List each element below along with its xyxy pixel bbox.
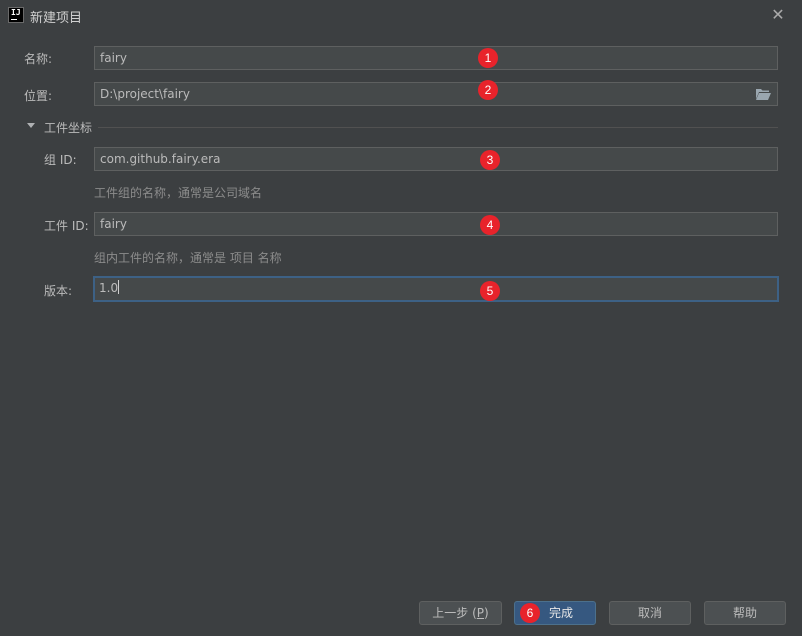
group-id-field[interactable]: com.github.fairy.era (94, 147, 778, 171)
version-label: 版本: (44, 284, 73, 298)
previous-button[interactable]: 上一步 (P) (419, 601, 502, 625)
version-value: 1.0 (99, 281, 119, 295)
annotation-badge-3: 3 (480, 150, 500, 170)
triangle-down-icon[interactable] (26, 121, 36, 131)
section-divider (98, 127, 778, 128)
help-button[interactable]: 帮助 (704, 601, 786, 625)
group-id-hint: 工件组的名称，通常是公司域名 (94, 186, 263, 200)
name-field[interactable]: fairy (94, 46, 778, 70)
location-label: 位置: (24, 89, 53, 103)
location-field[interactable]: D:\project\fairy (94, 82, 778, 106)
name-value: fairy (100, 51, 127, 65)
group-id-label: 组 ID: (44, 153, 77, 167)
annotation-badge-1: 1 (478, 48, 498, 68)
artifact-id-value: fairy (100, 217, 127, 231)
title-bar: IJ 新建项目 ✕ (0, 0, 802, 30)
artifact-id-hint: 组内工件的名称，通常是 项目 名称 (94, 251, 282, 265)
group-id-value: com.github.fairy.era (100, 152, 221, 166)
annotation-badge-4: 4 (480, 215, 500, 235)
annotation-badge-6: 6 (520, 603, 540, 623)
artifact-id-field[interactable]: fairy (94, 212, 778, 236)
folder-open-icon[interactable] (755, 87, 771, 101)
location-value: D:\project\fairy (100, 87, 190, 101)
artifact-id-label: 工件 ID: (44, 219, 89, 233)
close-icon[interactable]: ✕ (768, 5, 788, 25)
section-title-artifact-coordinates[interactable]: 工件坐标 (44, 119, 92, 136)
text-caret (118, 280, 120, 294)
cancel-button[interactable]: 取消 (609, 601, 691, 625)
intellij-icon: IJ (8, 7, 24, 23)
finish-button[interactable]: 6 完成 (514, 601, 596, 625)
annotation-badge-2: 2 (478, 80, 498, 100)
version-field[interactable]: 1.0 (93, 276, 779, 302)
annotation-badge-5: 5 (480, 281, 500, 301)
name-label: 名称: (24, 52, 53, 66)
window-title: 新建项目 (30, 11, 83, 26)
